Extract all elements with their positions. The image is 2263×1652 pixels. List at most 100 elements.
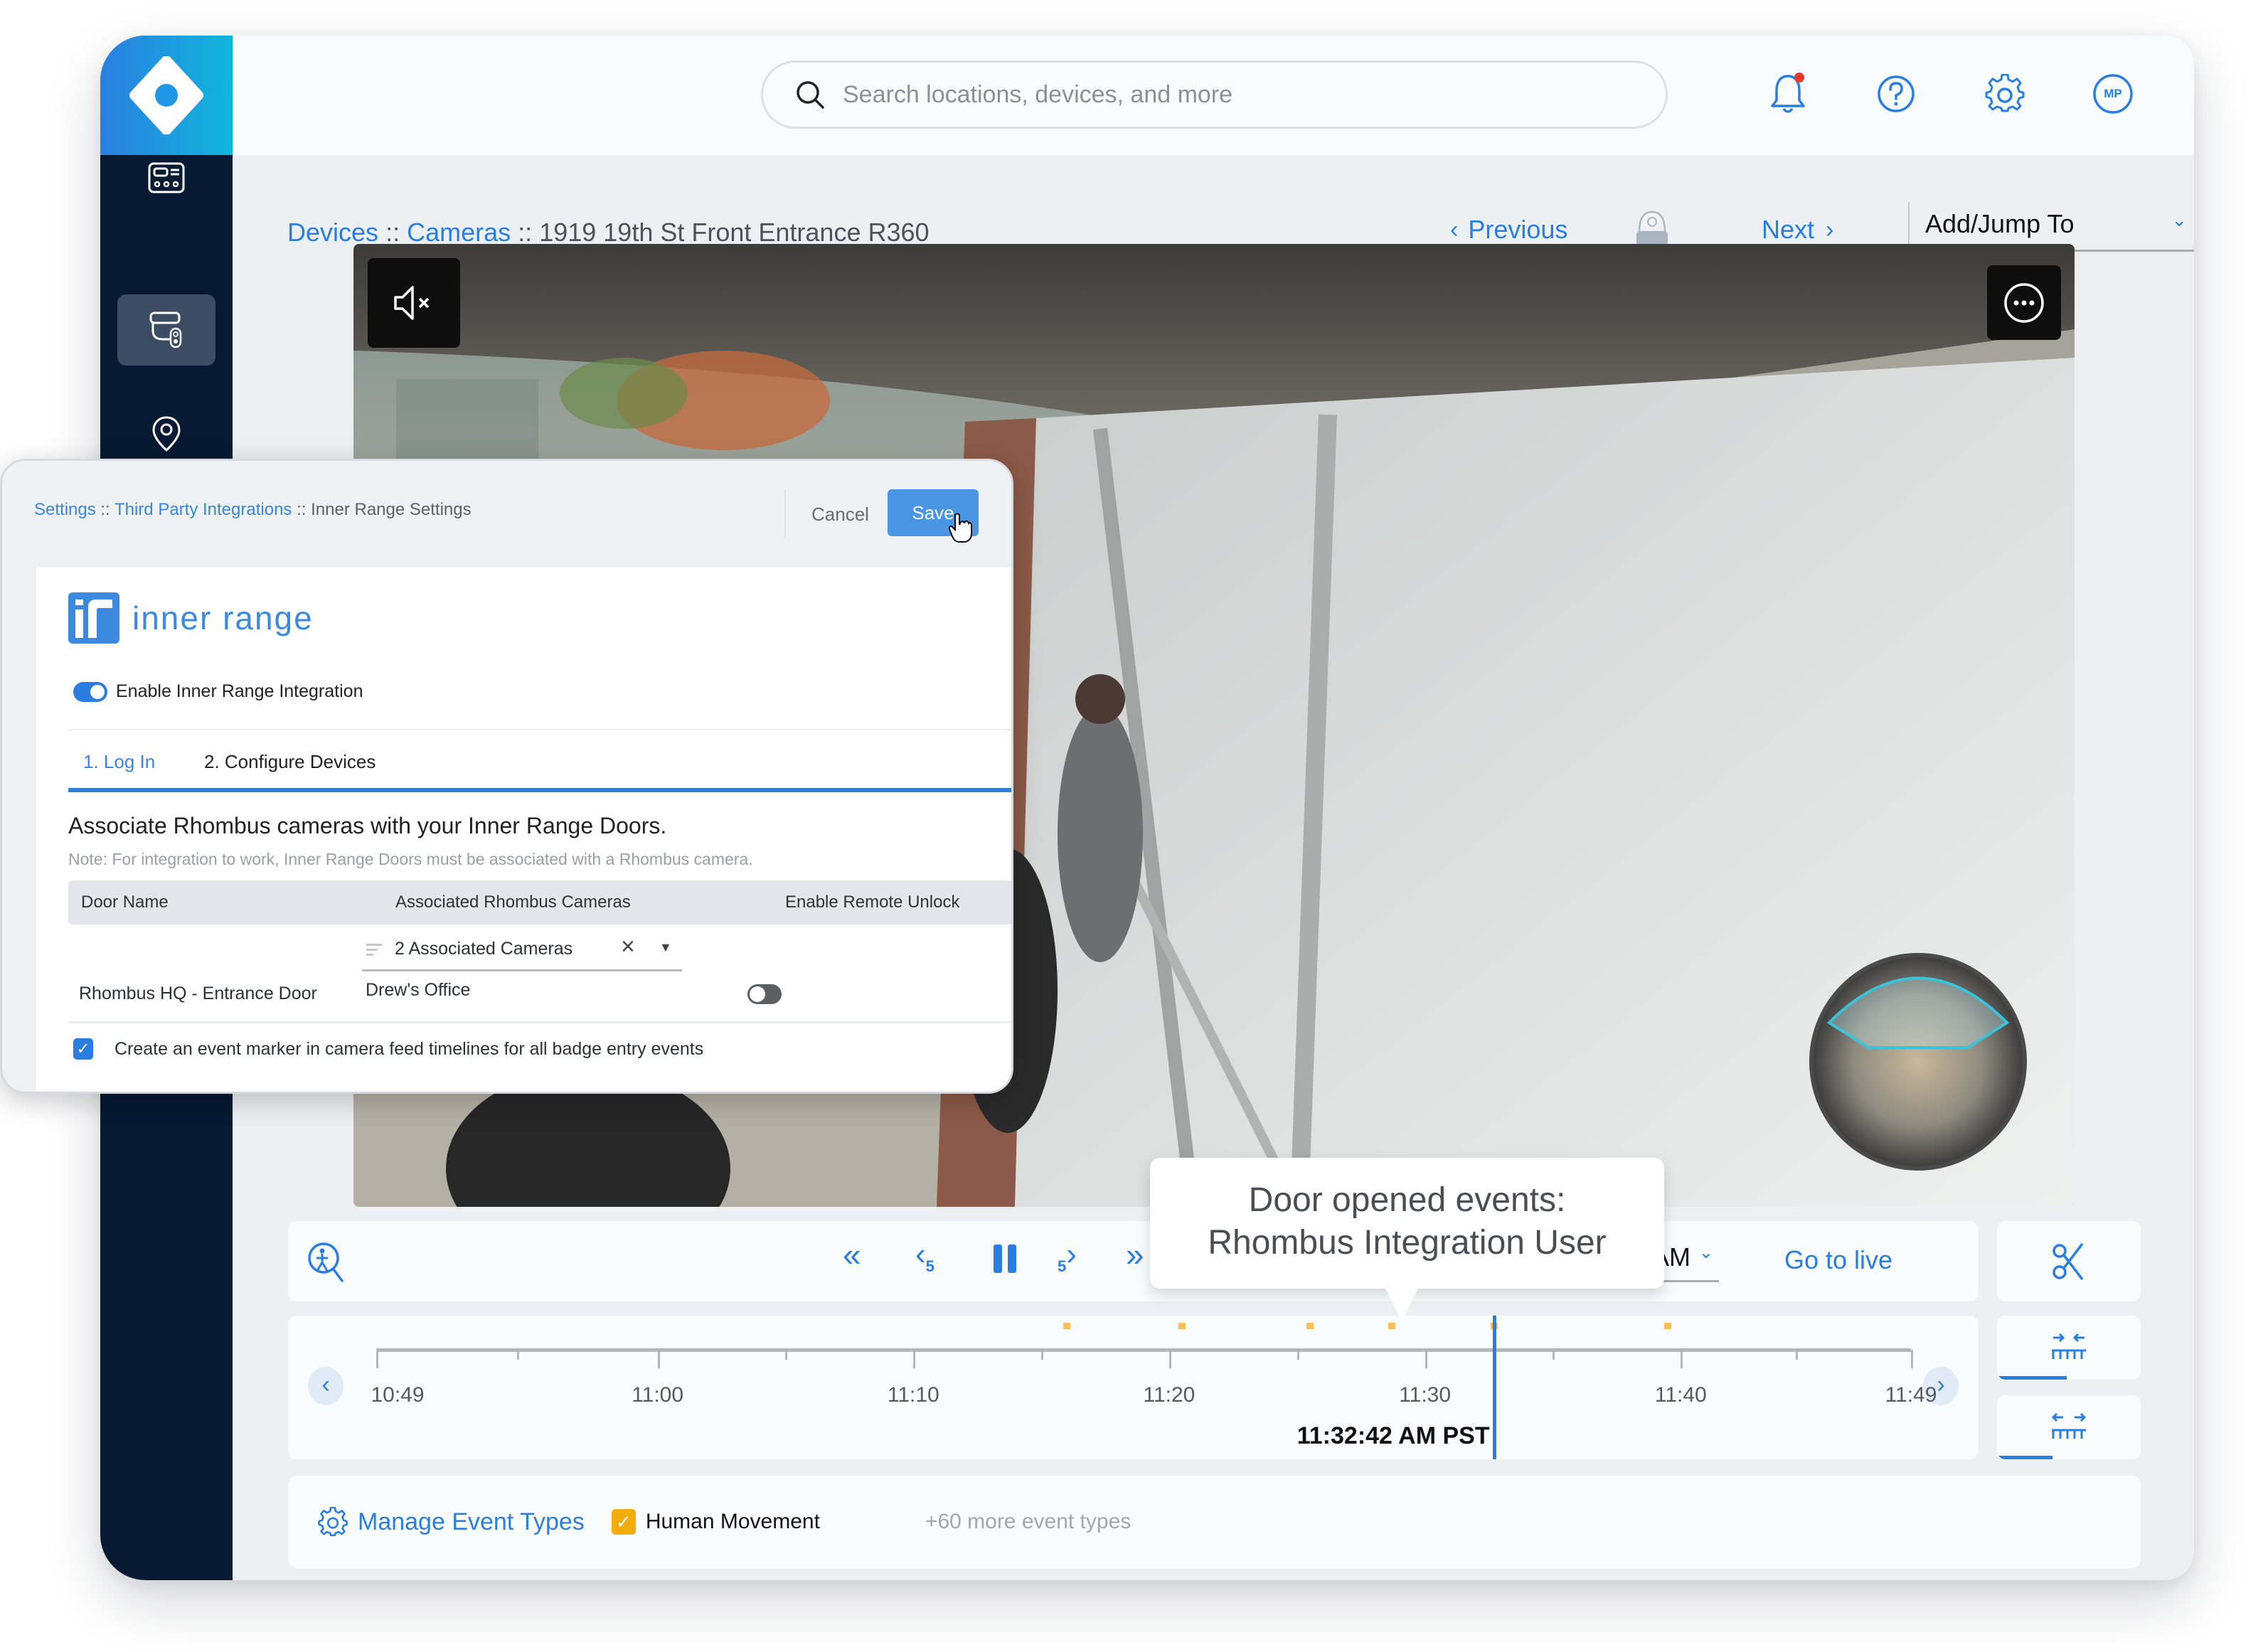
timeline-minor-tick [1296,1350,1299,1360]
camera-list-item: Drew's Office [366,980,471,1000]
double-chevron-left-icon: « [843,1236,861,1273]
breadcrumb-devices[interactable]: Devices [287,218,378,247]
gear-icon [1985,74,2025,112]
timeline-minor-tick [785,1350,788,1360]
search-icon [797,81,824,109]
popup-breadcrumb: Settings :: Third Party Integrations :: … [34,500,472,519]
chevron-left-icon: ‹ [321,1371,330,1398]
console-panel-icon [148,162,185,193]
timeline-tick-label: 10:49 [371,1383,425,1407]
timeline-tick-label: 11:30 [1399,1383,1452,1407]
breadcrumb-current: 1919 19th St Front Entrance R360 [539,218,930,247]
person-search-icon [308,1242,344,1282]
pause-button[interactable] [994,1245,1016,1273]
notifications-button[interactable] [1765,71,1811,117]
breadcrumb-separator: :: [385,218,400,247]
timeline-event-marker[interactable] [1306,1323,1314,1329]
fast-forward-button[interactable]: » [1126,1235,1144,1274]
brand-name: inner range [132,599,314,636]
timeline-track[interactable]: 10:49 11:00 11:10 11:20 11:30 11:40 11:49 [371,1316,1937,1459]
timeline-minor-tick [516,1350,519,1360]
clear-selection-icon[interactable]: × [621,933,635,961]
divider [1908,202,1910,249]
sidebar-item-dashboard[interactable] [117,142,215,213]
remote-unlock-toggle[interactable] [747,984,782,1004]
manage-event-types-button[interactable]: Manage Event Types [318,1507,585,1537]
popup-breadcrumb-integrations[interactable]: Third Party Integrations [115,500,292,519]
timeline-major-tick [376,1350,378,1368]
breadcrumb-cameras[interactable]: Cameras [407,218,511,247]
rewind-button[interactable]: « [843,1235,861,1274]
go-to-live-button[interactable]: Go to live [1784,1245,1892,1275]
more-options-button[interactable] [1987,265,2061,340]
dome-camera-icon [149,311,182,348]
timeline-minor-tick [1796,1350,1799,1360]
chevron-down-icon: ⌄ [1698,1243,1713,1262]
popup-breadcrumb-settings[interactable]: Settings [34,500,96,519]
more-event-types-link[interactable]: +60 more event types [925,1510,1131,1534]
associated-cameras-value: 2 Associated Cameras [395,939,573,959]
event-filter-human-movement[interactable]: ✓ Human Movement [611,1509,820,1535]
scissors-icon [2052,1242,2084,1280]
timeline-playhead[interactable] [1492,1316,1496,1459]
timeline-tick-label: 11:40 [1654,1383,1707,1407]
rhombus-logo[interactable] [100,36,233,155]
badge-event-marker-checkbox[interactable]: ✓ Create an event marker in camera feed … [73,1038,703,1060]
pause-icon-bar [1008,1245,1016,1273]
help-icon [1878,75,1915,112]
settings-button[interactable] [1982,71,2028,117]
toggle-on-icon[interactable] [73,681,107,702]
timeline[interactable]: ‹ › 10:49 11:00 11:10 11:20 11:30 11:40 11:49 … [288,1316,1979,1459]
zoom-in-indicator [1997,1376,2067,1380]
checkbox-checked-icon[interactable]: ✓ [73,1038,93,1060]
event-tooltip: Door opened events: Rhombus Integration … [1150,1158,1664,1321]
mute-toggle-button[interactable] [368,258,460,348]
inner-range-logo-icon [68,592,119,644]
tab-log-in[interactable]: 1. Log In [83,751,155,773]
tab-configure-devices[interactable]: 2. Configure Devices [204,751,376,773]
notification-dot [1794,73,1804,82]
inner-range-logo: inner range [68,592,314,644]
chevron-down-icon: ⌄ [2171,209,2187,230]
checkbox-checked-icon[interactable]: ✓ [611,1509,636,1535]
global-search[interactable] [761,60,1668,129]
clip-button[interactable] [1997,1221,2141,1301]
timeline-tick-label: 11:10 [887,1383,939,1407]
speaker-muted-icon [394,286,430,320]
bell-icon [1771,73,1805,113]
zoom-out-timeline-button[interactable] [1997,1395,2141,1459]
zoom-in-timeline-button[interactable] [1997,1316,2141,1380]
event-filter-label: Human Movement [645,1510,820,1533]
help-button[interactable] [1873,71,1919,117]
user-avatar[interactable]: MP [2090,71,2136,117]
map-pin-icon [152,416,181,452]
double-chevron-right-icon: » [1126,1236,1144,1273]
timeline-event-marker[interactable] [1063,1323,1071,1329]
timeline-event-marker[interactable] [1388,1323,1395,1329]
timeline-minor-tick [1041,1350,1044,1360]
rhombus-logo-icon [129,56,203,134]
timeline-prev-button[interactable]: ‹ [308,1367,344,1405]
cancel-button[interactable]: Cancel [811,503,869,526]
current-time-label: 11:32:42 AM PST [1296,1422,1490,1449]
sidebar-item-devices[interactable] [117,294,215,366]
timeline-event-marker[interactable] [1664,1323,1672,1329]
breadcrumb-separator: :: [518,218,533,247]
smart-search-button[interactable] [305,1241,346,1287]
enable-integration-toggle[interactable]: Enable Inner Range Integration [73,681,363,702]
associated-cameras-select[interactable]: 2 Associated Cameras × ▼ [362,930,682,971]
zoom-out-arrows-icon [2051,1412,2087,1439]
gear-icon [318,1507,348,1537]
toggle-off-icon[interactable] [747,984,782,1004]
skip-back-seconds: 5 [925,1257,935,1275]
section-note: Note: For integration to work, Inner Ran… [68,850,753,868]
caret-down-icon[interactable]: ▼ [659,940,672,955]
skip-back-button[interactable]: ‹5 [915,1237,935,1276]
list-icon [366,944,382,956]
tab-progress-bar [68,788,1011,792]
divider [68,1021,1011,1023]
skip-forward-button[interactable]: 5› [1058,1237,1077,1276]
search-input[interactable] [843,80,1625,109]
timeline-event-marker[interactable] [1178,1323,1186,1329]
skip-forward-icon: › [1066,1237,1077,1272]
